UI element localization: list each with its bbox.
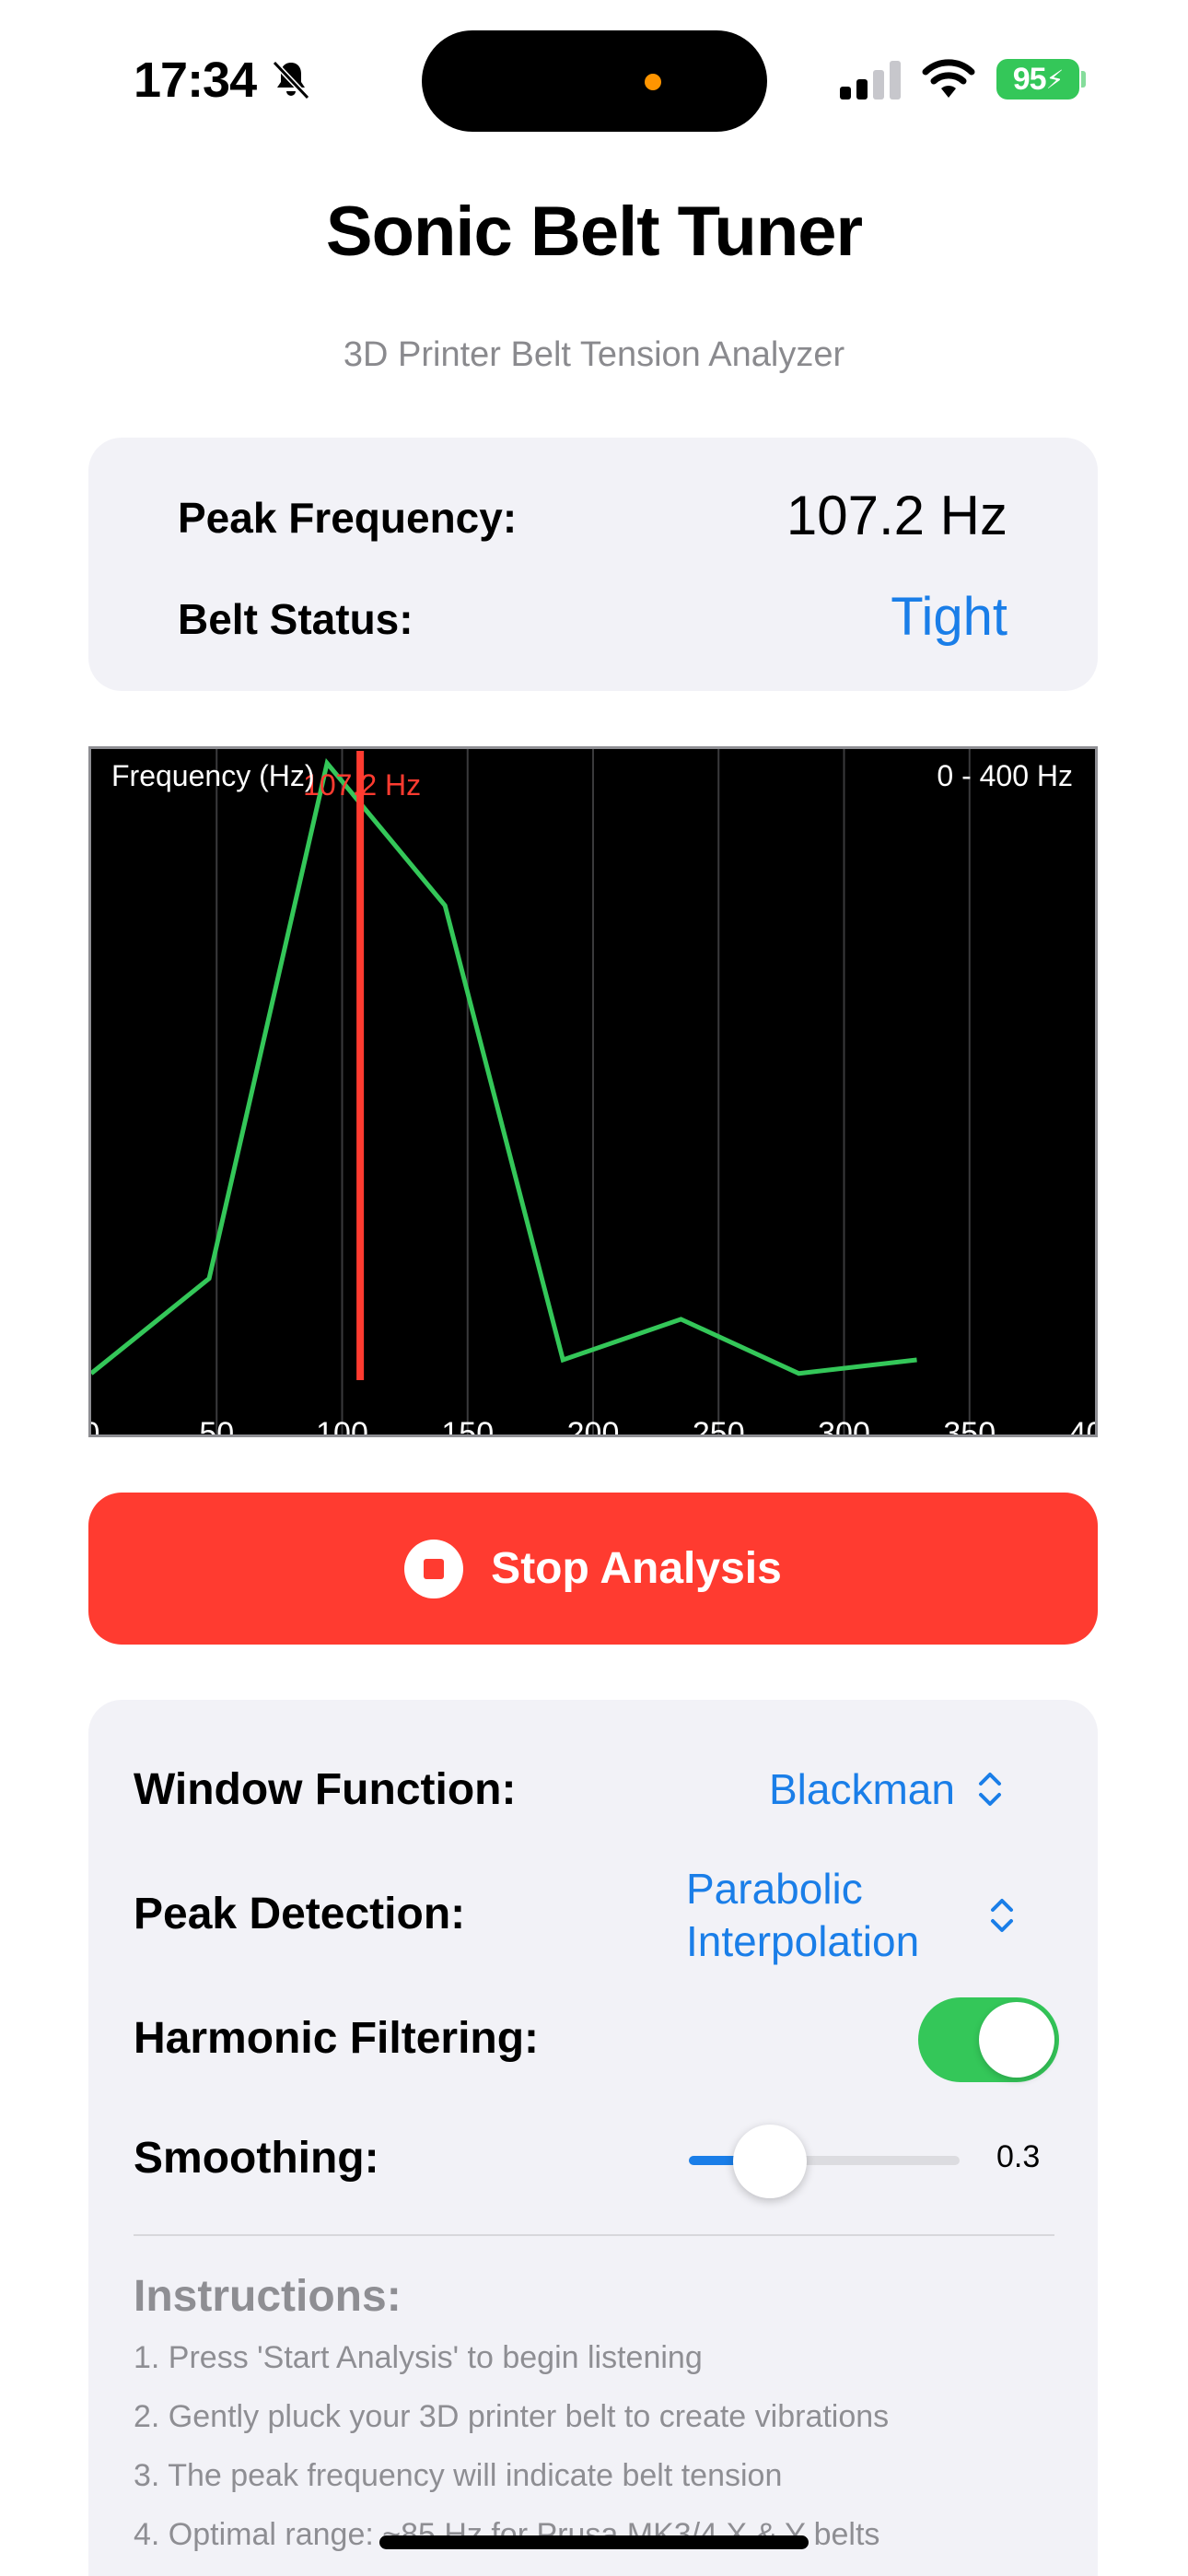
toggle-knob <box>979 2002 1054 2078</box>
peak-detection-value-line1: Parabolic <box>686 1865 863 1913</box>
peak-marker-label: 107.2 Hz <box>303 768 421 802</box>
chart-axis-label: Frequency (Hz) <box>111 759 315 792</box>
x-tick-label: 350 <box>943 1416 996 1434</box>
peak-frequency-value: 107.2 Hz <box>786 485 1007 546</box>
x-tick-label: 400 <box>1069 1416 1095 1434</box>
peak-detection-label: Peak Detection: <box>134 1890 466 1938</box>
window-function-picker[interactable]: Blackman <box>769 1764 955 1814</box>
peak-detection-picker[interactable]: Parabolic Interpolation <box>686 1863 919 1968</box>
battery-level: 95 <box>1012 61 1047 97</box>
window-function-chevron-updown-icon[interactable] <box>976 1769 1004 1809</box>
x-tick-label: 250 <box>693 1416 745 1434</box>
stop-analysis-button[interactable]: Stop Analysis <box>88 1493 1098 1645</box>
readout-card <box>88 438 1098 691</box>
x-tick-label: 50 <box>199 1416 234 1434</box>
app-subtitle: 3D Printer Belt Tension Analyzer <box>343 335 845 374</box>
window-function-label: Window Function: <box>134 1765 517 1814</box>
belt-status-value: Tight <box>891 587 1007 647</box>
instruction-item: 2. Gently pluck your 3D printer belt to … <box>134 2399 890 2434</box>
spectrum-chart-svg: 0 50 100 150 200 250 300 350 400 107.2 HzFrequenc… <box>91 749 1095 1434</box>
x-tick-label: 200 <box>567 1416 620 1434</box>
dynamic-island <box>422 30 767 132</box>
cellular-signal-icon <box>840 61 901 100</box>
harmonic-filtering-toggle[interactable] <box>918 1997 1059 2082</box>
stop-icon <box>404 1539 464 1598</box>
x-tick-label: 300 <box>818 1416 870 1434</box>
section-divider <box>134 2234 1054 2236</box>
bell-slash-icon <box>272 60 310 100</box>
charging-bolt-icon: ⚡ <box>1045 64 1065 94</box>
window-function-value: Blackman <box>769 1765 955 1813</box>
instructions-title: Instructions: <box>134 2272 402 2321</box>
chart-range-label: 0 - 400 Hz <box>937 759 1073 792</box>
battery-indicator: 95 ⚡ <box>996 59 1079 100</box>
battery-cap <box>1081 71 1086 88</box>
spectrum-chart: 0 50 100 150 200 250 300 350 400 107.2 HzFrequenc… <box>88 746 1098 1437</box>
peak-detection-value-line2: Interpolation <box>686 1917 920 1965</box>
wifi-icon <box>922 59 975 98</box>
status-time: 17:34 <box>134 53 257 108</box>
app-screen: 17:34 95 ⚡ Sonic Belt Tuner 3D Printer Be… <box>0 0 1188 2576</box>
x-tick-label: 150 <box>441 1416 494 1434</box>
instruction-item: 3. The peak frequency will indicate belt… <box>134 2458 783 2493</box>
x-tick-label: 100 <box>316 1416 368 1434</box>
peak-frequency-label: Peak Frequency: <box>178 494 518 542</box>
smoothing-value: 0.3 <box>996 2139 1041 2174</box>
smoothing-slider-thumb[interactable] <box>733 2125 808 2198</box>
smoothing-label: Smoothing: <box>134 2134 379 2183</box>
stop-analysis-label: Stop Analysis <box>491 1544 782 1593</box>
smoothing-slider-track[interactable] <box>689 2156 960 2165</box>
belt-status-label: Belt Status: <box>178 595 413 643</box>
microphone-indicator <box>645 74 661 90</box>
home-indicator[interactable] <box>379 2535 809 2549</box>
app-title: Sonic Belt Tuner <box>325 193 863 271</box>
x-tick-label: 0 <box>91 1416 99 1434</box>
instruction-item: 1. Press 'Start Analysis' to begin liste… <box>134 2340 703 2375</box>
peak-detection-chevron-updown-icon[interactable] <box>988 1895 1016 1936</box>
spectrum-series-line <box>91 757 917 1376</box>
harmonic-filtering-label: Harmonic Filtering: <box>134 2014 540 2063</box>
